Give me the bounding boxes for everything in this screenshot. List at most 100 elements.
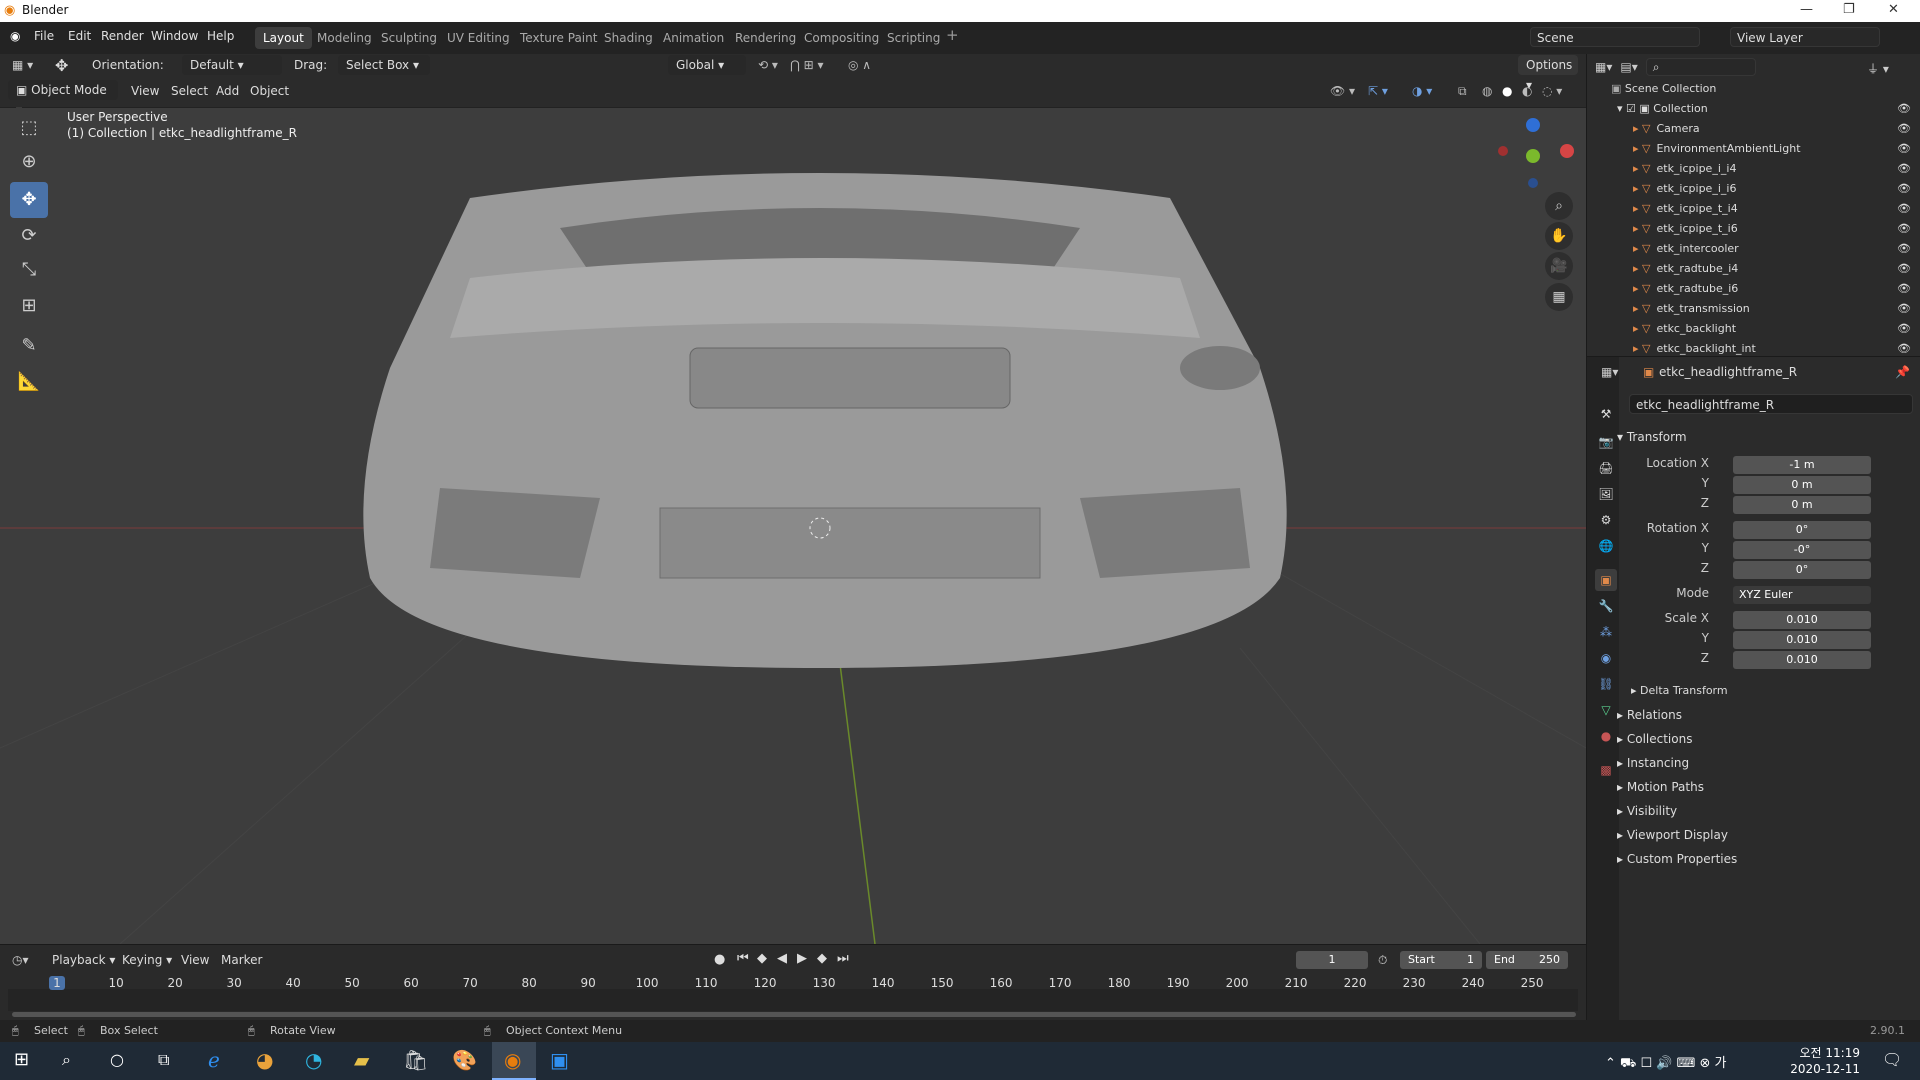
paint-icon[interactable]: 🎨 (452, 1048, 477, 1072)
menu-object[interactable]: Object (250, 84, 289, 98)
eye-icon[interactable]: 👁 (1897, 279, 1911, 299)
pin-icon[interactable]: 📌 (1895, 365, 1910, 379)
move-tool-icon[interactable]: ✥ (10, 182, 48, 218)
editor-type-icon[interactable]: ▦▾ (1601, 365, 1618, 379)
search-icon[interactable]: ⌕ (62, 1050, 71, 1070)
cursor-tool-icon[interactable]: ⊕ (10, 144, 48, 180)
minimize-icon[interactable]: — (1800, 2, 1813, 17)
3d-viewport[interactable]: User Perspective (1) Collection | etkc_h… (0, 108, 1586, 944)
outliner-item[interactable]: ▸ ▽ etk_intercooler 👁 (1587, 239, 1920, 259)
outliner-item[interactable]: ▸ ▽ etk_transmission 👁 (1587, 299, 1920, 319)
menu-marker[interactable]: Marker (221, 953, 262, 967)
outliner-item[interactable]: ▸ ▽ Camera 👁 (1587, 119, 1920, 139)
annotate-tool-icon[interactable]: ✎ (10, 328, 48, 364)
blender-taskbar-button[interactable]: ◉ (492, 1042, 536, 1080)
tab-uv-editing[interactable]: UV Editing (439, 27, 518, 49)
eye-icon[interactable]: 👁 (1897, 219, 1911, 239)
tray-icons[interactable]: ⌃ ⛟ ☐ 🔊 ⌨ ⊗ 가 (1605, 1052, 1727, 1073)
menu-select[interactable]: Select (171, 84, 208, 98)
menu-view[interactable]: View (131, 84, 159, 98)
measure-tool-icon[interactable]: 📐 (10, 364, 48, 400)
timeline-track[interactable] (8, 989, 1578, 1011)
texture-tab-icon[interactable]: ▩ (1595, 759, 1617, 781)
outliner-item[interactable]: ▸ ▽ etk_icpipe_i_i6 👁 (1587, 179, 1920, 199)
rendered-shading-icon[interactable]: ◌ ▾ (1542, 84, 1562, 98)
cortana-icon[interactable]: ○ (110, 1050, 124, 1069)
tab-animation[interactable]: Animation (655, 27, 732, 49)
eye-icon[interactable]: 👁 (1897, 179, 1911, 199)
transform-orientation-dropdown[interactable]: Global ▾ (668, 55, 746, 75)
mode-dropdown[interactable]: ▣ Object Mode ▾ (8, 80, 118, 117)
modifier-tab-icon[interactable]: 🔧 (1595, 595, 1617, 617)
eye-icon[interactable]: 👁 (1897, 139, 1911, 159)
solid-shading-icon[interactable]: ● (1502, 84, 1512, 98)
overlays-icon[interactable]: ◑ ▾ (1412, 84, 1432, 98)
next-keyframe-icon[interactable]: ◆ (817, 951, 827, 966)
location-z-field[interactable]: 0 m (1733, 496, 1871, 514)
drag-dropdown[interactable]: Select Box ▾ (338, 55, 430, 75)
menu-keying[interactable]: Keying ▾ (122, 953, 172, 967)
blender-menu-icon[interactable]: ◉ (10, 29, 20, 43)
outliner-search-input[interactable]: ⌕ (1645, 58, 1756, 76)
tab-texture-paint[interactable]: Texture Paint (512, 27, 605, 49)
eye-icon[interactable]: 👁 (1897, 159, 1911, 179)
properties-panel-header[interactable]: ▸ Visibility (1617, 804, 1677, 818)
orientation-dropdown[interactable]: Default ▾ (182, 55, 282, 75)
menu-file[interactable]: File (34, 29, 54, 43)
timeline-scrollbar[interactable] (12, 1012, 1576, 1017)
properties-panel-header[interactable]: ▸ Instancing (1617, 756, 1689, 770)
end-frame-field[interactable]: End 250 (1486, 951, 1568, 969)
eye-icon[interactable]: 👁 (1897, 299, 1911, 319)
eye-icon[interactable]: 👁 (1897, 199, 1911, 219)
transform-tool-icon[interactable]: ⊞ (10, 288, 48, 324)
outliner-item[interactable]: ▸ ▽ etk_radtube_i4 👁 (1587, 259, 1920, 279)
tab-compositing[interactable]: Compositing (796, 27, 887, 49)
record-icon[interactable]: ● (714, 952, 725, 967)
location-y-field[interactable]: 0 m (1733, 476, 1871, 494)
outliner-item[interactable]: ▸ ▽ etk_icpipe_t_i6 👁 (1587, 219, 1920, 239)
camera-view-icon[interactable]: 🎥 (1545, 252, 1573, 280)
filter-icon[interactable]: ⏚ ▾ (1867, 60, 1889, 77)
snap-icon[interactable]: ⋂ ⊞ ▾ (790, 58, 824, 72)
photos-icon[interactable]: ▣ (550, 1048, 569, 1072)
visibility-icon[interactable]: 👁 ▾ (1330, 84, 1355, 98)
display-mode-icon[interactable]: ▤▾ (1620, 60, 1637, 74)
editor-type-icon[interactable]: ▦ ▾ (12, 58, 33, 72)
world-tab-icon[interactable]: 🌐 (1595, 535, 1617, 557)
current-frame-field[interactable]: 1 (1296, 951, 1368, 969)
data-tab-icon[interactable]: ▽ (1595, 699, 1617, 721)
scene-tab-icon[interactable]: ⚙ (1595, 509, 1617, 531)
menu-render[interactable]: Render (101, 29, 144, 43)
properties-panel-header[interactable]: ▸ Collections (1617, 732, 1692, 746)
jump-start-icon[interactable]: ⏮ (737, 951, 749, 966)
tool-tab-icon[interactable]: ⚒ (1595, 403, 1617, 425)
physics-tab-icon[interactable]: ◉ (1595, 647, 1617, 669)
notification-icon[interactable]: 🗨 (1882, 1050, 1902, 1069)
menu-edit[interactable]: Edit (68, 29, 91, 43)
edge-icon[interactable]: ◔ (305, 1048, 322, 1072)
add-workspace-icon[interactable]: + (946, 26, 959, 44)
xray-icon[interactable]: ⧉ (1458, 84, 1467, 99)
eye-icon[interactable]: 👁 (1897, 119, 1911, 139)
rotation-mode-dropdown[interactable]: XYZ Euler (1733, 586, 1871, 604)
pivot-icon[interactable]: ⟲ ▾ (758, 58, 778, 72)
view-layer-selector[interactable]: View Layer (1730, 27, 1880, 47)
properties-panel-header[interactable]: ▸ Viewport Display (1617, 828, 1728, 842)
properties-panel-header[interactable]: ▸ Relations (1617, 708, 1682, 722)
editor-type-icon[interactable]: ◷▾ (12, 953, 29, 967)
scale-y-field[interactable]: 0.010 (1733, 631, 1871, 649)
menu-add[interactable]: Add (216, 84, 239, 98)
play-reverse-icon[interactable]: ◀ (777, 951, 787, 966)
scale-z-field[interactable]: 0.010 (1733, 651, 1871, 669)
object-tab-icon[interactable]: ▣ (1595, 569, 1617, 591)
windows-start-icon[interactable]: ⊞ (14, 1049, 29, 1070)
tab-shading[interactable]: Shading (596, 27, 661, 49)
playhead-frame-label[interactable]: 1 (49, 976, 65, 990)
close-icon[interactable]: ✕ (1888, 2, 1899, 17)
editor-type-icon[interactable]: ▦▾ (1595, 60, 1612, 74)
properties-panel-header[interactable]: ▸ Motion Paths (1617, 780, 1704, 794)
outliner-item[interactable]: ▸ ▽ etkc_backlight 👁 (1587, 319, 1920, 339)
outliner-collection[interactable]: ▾ ☑ ▣ Collection 👁 (1587, 99, 1920, 119)
chrome-icon[interactable]: ◕ (256, 1048, 273, 1072)
jump-end-icon[interactable]: ⏭ (837, 951, 849, 966)
